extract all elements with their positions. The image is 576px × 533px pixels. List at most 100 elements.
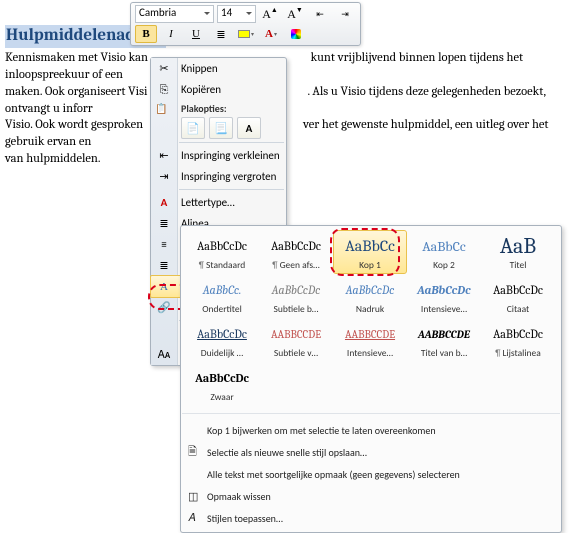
menu-item-outdent[interactable]: ⇤Inspringing verkleinen — [151, 145, 286, 166]
font-icon: A — [155, 196, 173, 209]
style-card[interactable]: AaBbCc Kop 1 — [333, 230, 407, 274]
style-name: Intensieve… — [336, 347, 404, 359]
style-name: ¶Standaard — [188, 259, 256, 271]
center-align-button[interactable]: ≣ — [210, 25, 232, 43]
style-card[interactable]: AaBbCcDc Intensieve… — [407, 274, 481, 318]
style-name: Subtiele b… — [262, 303, 330, 315]
style-preview: AaB — [484, 235, 552, 257]
menu-item-copy[interactable]: ⎘Kopiëren — [151, 79, 286, 100]
style-name: Citaat — [484, 303, 552, 315]
menu-item-cut[interactable]: ✂Knippen — [151, 58, 286, 79]
style-card[interactable]: AaBbCcDc Citaat — [481, 274, 555, 318]
style-name: Titel — [484, 259, 552, 271]
indent-icon: ⇥ — [155, 170, 173, 183]
italic-button[interactable]: I — [160, 25, 182, 43]
style-preview: AaBbCcDc — [336, 279, 404, 301]
clear-formatting[interactable]: ◫Opmaak wissen — [184, 485, 558, 507]
save-style-icon: 🗎 — [188, 443, 197, 462]
styles-icon: A — [155, 281, 173, 293]
doc-text: Kennismaken met Visio kan — [5, 51, 148, 65]
style-preview: AaBbCcDc — [410, 279, 478, 301]
style-name: Kop 1 — [336, 259, 404, 271]
paste-options-label: 📋Plakopties: — [151, 100, 286, 116]
pilcrow-icon: ¶ — [495, 348, 500, 359]
style-name: Duidelijk … — [188, 347, 256, 359]
style-card[interactable]: AaBbCcDc ¶Standaard — [185, 230, 259, 274]
style-preview: AaBbCcDc — [484, 323, 552, 345]
update-style-to-match[interactable]: Kop 1 bijwerken om met selectie te laten… — [184, 419, 558, 441]
shrink-font-button[interactable]: A▼ — [284, 5, 306, 23]
style-name: Zwaar — [188, 391, 256, 403]
style-preview: AABBCCDE — [336, 323, 404, 345]
styles-gallery-flyout: AaBbCcDc¶StandaardAaBbCcDc¶Geen afs…AaBb… — [180, 225, 562, 533]
doc-text: van hulpmiddelen. — [5, 152, 100, 166]
style-card[interactable]: AaBbCc Kop 2 — [407, 230, 481, 274]
style-name: ¶Lijstalinea — [484, 347, 552, 359]
style-preview: AaBbCcDc — [188, 235, 256, 257]
style-name: Intensieve… — [410, 303, 478, 315]
menu-item-indent[interactable]: ⇥Inspringing vergroten — [151, 166, 286, 187]
pilcrow-icon: ¶ — [199, 260, 204, 271]
format-painter-button[interactable] — [285, 25, 307, 43]
scissors-icon: ✂ — [155, 62, 173, 75]
style-card[interactable]: AaBbCcDc Subtiele b… — [259, 274, 333, 318]
style-name: ¶Geen afs… — [262, 259, 330, 271]
style-preview: AaBbCcDc — [262, 279, 330, 301]
style-name: Nadruk — [336, 303, 404, 315]
hyperlink-icon: 🔗 — [155, 301, 173, 314]
font-family-select[interactable]: Cambria — [135, 5, 214, 23]
style-card[interactable]: AaBbCcDc ¶Lijstalinea — [481, 318, 555, 362]
style-card[interactable]: AaBbCcDc Zwaar — [185, 362, 259, 406]
style-preview: AABBCCDE — [262, 323, 330, 345]
decrease-indent-button[interactable]: ⇤ — [309, 5, 331, 23]
pilcrow-icon: ¶ — [272, 260, 277, 271]
style-card[interactable]: AaBbCcDc Duidelijk … — [185, 318, 259, 362]
copy-icon: ⎘ — [155, 83, 173, 97]
font-color-button[interactable]: A▾ — [260, 25, 282, 43]
translate-icon: 🗛 — [155, 348, 173, 362]
paragraph-icon: ≣ — [155, 217, 173, 230]
style-card[interactable]: AABBCCDE Intensieve… — [333, 318, 407, 362]
style-card[interactable]: AABBCCDE Subtiele v… — [259, 318, 333, 362]
bold-button[interactable]: B — [135, 25, 157, 43]
font-size-select[interactable]: 14 — [217, 5, 256, 23]
highlight-button[interactable]: ▾ — [235, 25, 257, 43]
style-name: Ondertitel — [188, 303, 256, 315]
grow-font-button[interactable]: A▲ — [259, 5, 281, 23]
style-preview: AaBbCcDc — [188, 323, 256, 345]
style-name: Titel van b… — [410, 347, 478, 359]
underline-button[interactable]: U — [185, 25, 207, 43]
style-name: Subtiele v… — [262, 347, 330, 359]
menu-item-font[interactable]: ALettertype… — [151, 192, 286, 213]
numbering-icon: ≣ — [155, 259, 173, 272]
style-preview: AaBbCcDc — [484, 279, 552, 301]
style-preview: AaBbCcDc — [188, 367, 256, 389]
document-body: Hulpmiddelenadvies Kennismaken met Visio… — [5, 25, 571, 168]
style-card[interactable]: AaBbCcDc ¶Geen afs… — [259, 230, 333, 274]
style-preview: AaBbCcDc — [262, 235, 330, 257]
clipboard-icon: 📋 — [155, 102, 167, 115]
paste-keep-formatting-button[interactable]: 📄 — [181, 117, 205, 139]
increase-indent-button[interactable]: ⇥ — [334, 5, 356, 23]
style-preview: AaBbCc. — [188, 279, 256, 301]
style-card[interactable]: AaBbCcDc Nadruk — [333, 274, 407, 318]
style-preview: AaBbCc — [410, 235, 478, 257]
paste-merge-button[interactable]: 📃 — [209, 117, 233, 139]
doc-text: maken. Ook organiseert Visi — [5, 85, 147, 99]
style-card[interactable]: AABBCCDE Titel van b… — [407, 318, 481, 362]
save-as-new-quick-style[interactable]: 🗎Selectie als nieuwe snelle stijl opslaa… — [184, 441, 558, 463]
bullets-icon: ≡ — [155, 238, 173, 251]
apply-styles[interactable]: 𝐴Stijlen toepassen… — [184, 507, 558, 529]
style-card[interactable]: AaB Titel — [481, 230, 555, 274]
style-preview: AaBbCc — [336, 235, 404, 257]
outdent-icon: ⇤ — [155, 149, 173, 162]
style-card[interactable]: AaBbCc. Ondertitel — [185, 274, 259, 318]
select-similar-text[interactable]: Alle tekst met soortgelijke opmaak (geen… — [184, 463, 558, 485]
style-name: Kop 2 — [410, 259, 478, 271]
styles-dialog-icon: 𝐴 — [188, 511, 195, 525]
style-preview: AABBCCDE — [410, 323, 478, 345]
paste-text-only-button[interactable]: A — [237, 117, 261, 139]
eraser-icon: ◫ — [188, 490, 198, 503]
doc-text: Visio. Ook wordt gesproken — [5, 118, 143, 132]
mini-toolbar: Cambria 14 A▲ A▼ ⇤ ⇥ B I U ≣ ▾ A▾ — [130, 2, 361, 46]
